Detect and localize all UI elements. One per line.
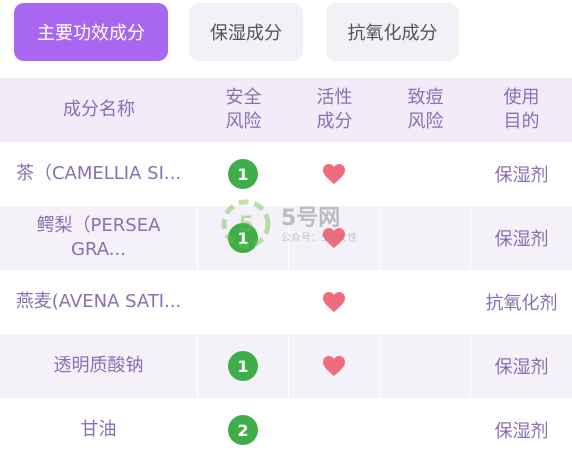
ingredient-name[interactable]: 鳄梨（PERSEA GRA...	[0, 206, 198, 270]
watermark-brand: 5号网	[281, 206, 341, 231]
header-purpose: 使用 目的	[503, 87, 540, 132]
watermark-subtitle: 公众号：5号女性	[281, 233, 358, 244]
table-row[interactable]: 燕麦(AVENA SATI... 抗氧化剂	[0, 270, 572, 334]
heart-icon	[323, 164, 345, 184]
watermark-logo-icon: 5	[221, 199, 271, 249]
active-cell	[289, 334, 380, 398]
risk-badge: 1	[228, 351, 258, 381]
tab-moisturizing-ingredients[interactable]: 保湿成分	[189, 3, 303, 61]
ingredient-name[interactable]: 甘油	[0, 398, 198, 462]
active-cell	[289, 270, 380, 334]
acne-risk-cell	[380, 398, 471, 462]
table-row[interactable]: 透明质酸钠 1 保湿剂	[0, 334, 572, 398]
header-name: 成分名称	[63, 99, 135, 120]
tab-bar: 主要功效成分 保湿成分 抗氧化成分	[0, 0, 572, 78]
purpose-cell: 保湿剂	[494, 357, 549, 378]
acne-risk-cell	[380, 142, 471, 206]
acne-risk-cell	[380, 334, 471, 398]
table-row[interactable]: 甘油 2 保湿剂	[0, 398, 572, 462]
watermark: 5 5号网 公众号：5号女性	[218, 196, 368, 252]
header-acne-risk: 致痘 风险	[407, 87, 444, 132]
ingredient-table: 成分名称 安全 风险 活性 成分 致痘 风险 使用 目的 茶（CAMELLIA …	[0, 78, 572, 462]
table-header: 成分名称 安全 风险 活性 成分 致痘 风险 使用 目的	[0, 78, 572, 142]
header-safety-risk: 安全 风险	[225, 87, 262, 132]
purpose-cell: 保湿剂	[494, 229, 549, 250]
purpose-cell: 保湿剂	[494, 165, 549, 186]
ingredient-name[interactable]: 燕麦(AVENA SATI...	[0, 270, 198, 334]
acne-risk-cell	[380, 270, 471, 334]
heart-icon	[323, 292, 345, 312]
heart-icon	[323, 356, 345, 376]
risk-badge: 2	[228, 415, 258, 445]
header-active-ingredient: 活性 成分	[316, 87, 353, 132]
ingredient-name[interactable]: 透明质酸钠	[0, 334, 198, 398]
tab-antioxidant-ingredients[interactable]: 抗氧化成分	[326, 3, 459, 61]
acne-risk-cell	[380, 206, 471, 270]
safety-risk-cell	[198, 270, 289, 334]
safety-risk-cell: 2	[198, 398, 289, 462]
svg-text:5: 5	[239, 211, 252, 238]
risk-badge: 1	[228, 159, 258, 189]
purpose-cell: 保湿剂	[494, 421, 549, 442]
ingredient-name[interactable]: 茶（CAMELLIA SI...	[0, 142, 198, 206]
tab-main-ingredients[interactable]: 主要功效成分	[14, 3, 168, 61]
purpose-cell: 抗氧化剂	[485, 293, 558, 314]
safety-risk-cell: 1	[198, 334, 289, 398]
active-cell	[289, 398, 380, 462]
